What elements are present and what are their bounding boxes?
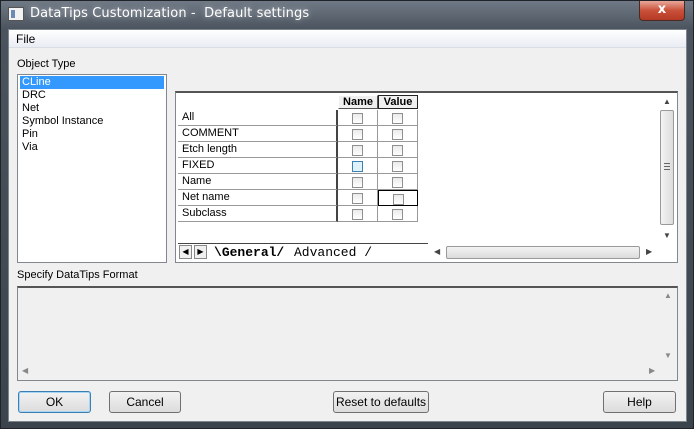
name-checkbox[interactable]	[352, 161, 363, 172]
scrollbar-thumb[interactable]	[660, 110, 674, 225]
title-bar[interactable]: DataTips Customization - Default setting…	[1, 1, 693, 29]
value-checkbox[interactable]	[392, 209, 403, 220]
grid-row-label: Net name	[178, 190, 338, 206]
grid-cell-name	[338, 126, 378, 142]
value-checkbox[interactable]	[392, 145, 403, 156]
value-checkbox[interactable]	[392, 113, 403, 124]
grid-row-label: Name	[178, 174, 338, 190]
sheet-tab-strip: ◀ ▶ \General/ Advanced /	[178, 243, 428, 261]
list-item-drc[interactable]: DRC	[20, 89, 48, 102]
column-header-name[interactable]: Name	[338, 95, 378, 109]
menu-bar: File	[9, 30, 686, 48]
grid-cell-value	[378, 142, 418, 158]
column-header-value[interactable]: Value	[378, 95, 418, 109]
menu-file[interactable]: File	[16, 32, 35, 46]
scroll-down-arrow-icon[interactable]: ▼	[664, 351, 672, 360]
cancel-button[interactable]: Cancel	[109, 391, 181, 413]
value-checkbox[interactable]	[393, 194, 404, 205]
name-checkbox[interactable]	[352, 113, 363, 124]
grid-cell-name	[338, 174, 378, 190]
tab-advanced[interactable]: Advanced /	[294, 245, 372, 260]
list-item-via[interactable]: Via	[20, 141, 40, 154]
value-checkbox[interactable]	[392, 129, 403, 140]
scroll-up-arrow-icon[interactable]: ▲	[663, 97, 671, 106]
window-title: DataTips Customization - Default setting…	[30, 6, 310, 21]
tab-general[interactable]: \General/	[214, 245, 284, 260]
grip-icon	[664, 163, 670, 170]
grid-vertical-scrollbar[interactable]: ▲ ▼	[659, 95, 676, 243]
grid-cell-name	[338, 158, 378, 174]
scroll-up-arrow-icon[interactable]: ▲	[664, 291, 672, 300]
grid-row-label: Etch length	[178, 142, 338, 158]
object-type-list[interactable]: CLine DRC Net Symbol Instance Pin Via	[17, 74, 167, 263]
name-checkbox[interactable]	[352, 145, 363, 156]
grid-horizontal-scrollbar[interactable]: ◀ ▶	[432, 244, 657, 261]
scroll-left-arrow-icon[interactable]: ◀	[434, 247, 440, 256]
datatips-format-textarea[interactable]: ▲ ▼ ◀ ▶	[17, 286, 678, 381]
grid-cell-name	[338, 110, 378, 126]
tab-scroll-left-icon[interactable]: ◀	[179, 245, 192, 259]
scroll-left-arrow-icon[interactable]: ◀	[22, 366, 28, 375]
ok-button[interactable]: OK	[18, 391, 91, 413]
grid-cell-value	[378, 190, 418, 206]
grid-cell-name	[338, 190, 378, 206]
value-checkbox[interactable]	[392, 177, 403, 188]
name-checkbox[interactable]	[352, 177, 363, 188]
grid-cell-name	[338, 142, 378, 158]
name-checkbox[interactable]	[352, 193, 363, 204]
name-checkbox[interactable]	[352, 129, 363, 140]
grid-row-label: Subclass	[178, 206, 338, 222]
dialog-client-area: File Object Type CLine DRC Net Symbol In…	[8, 29, 687, 422]
list-item-net[interactable]: Net	[20, 102, 41, 115]
grid-cell-value	[378, 126, 418, 142]
reset-to-defaults-button[interactable]: Reset to defaults	[333, 391, 429, 413]
tab-advanced-label: Advanced	[294, 245, 357, 260]
format-label: Specify DataTips Format	[17, 269, 138, 281]
name-checkbox[interactable]	[352, 209, 363, 220]
scroll-right-arrow-icon[interactable]: ▶	[649, 366, 655, 375]
object-type-label: Object Type	[17, 58, 76, 70]
grid-cell-value	[378, 158, 418, 174]
grid-cell-value	[378, 174, 418, 190]
grid-row-label: COMMENT	[178, 126, 338, 142]
list-item-pin[interactable]: Pin	[20, 128, 40, 141]
scroll-down-arrow-icon[interactable]: ▼	[663, 231, 671, 240]
list-item-cline[interactable]: CLine	[20, 76, 164, 89]
grid-cell-name	[338, 206, 378, 222]
help-button[interactable]: Help	[603, 391, 676, 413]
value-checkbox[interactable]	[392, 161, 403, 172]
list-item-symbol-instance[interactable]: Symbol Instance	[20, 115, 105, 128]
grid-cell-value	[378, 110, 418, 126]
tab-general-label: General	[221, 245, 277, 260]
grid-row-label: FIXED	[178, 158, 338, 174]
dialog-window: DataTips Customization - Default setting…	[0, 0, 694, 429]
grid-cell-value	[378, 206, 418, 222]
tab-scroll-right-icon[interactable]: ▶	[194, 245, 207, 259]
app-window-icon[interactable]	[8, 7, 24, 21]
scrollbar-thumb[interactable]	[446, 246, 640, 259]
scroll-right-arrow-icon[interactable]: ▶	[646, 247, 652, 256]
close-button[interactable]: x	[639, 1, 685, 21]
property-grid: Name Value All COMMENT Etch length FIXED…	[175, 91, 678, 263]
grid-row-label: All	[178, 110, 338, 126]
